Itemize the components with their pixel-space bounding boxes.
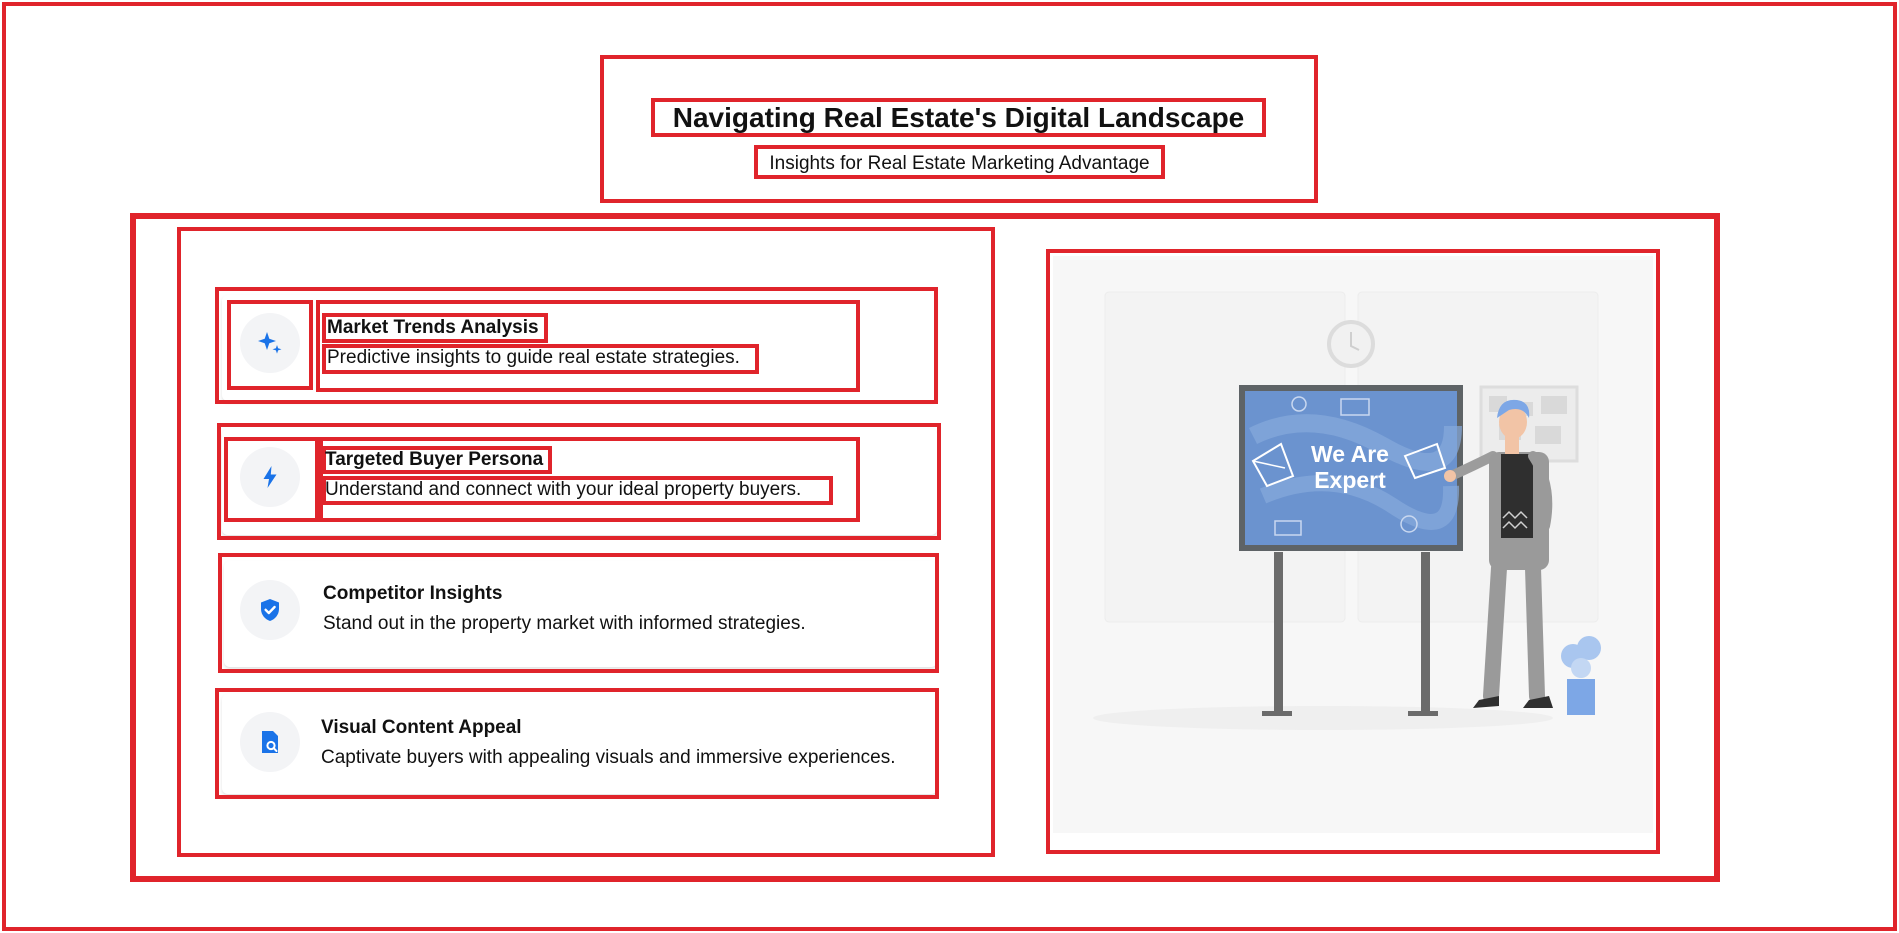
feature-description: Stand out in the property market with in…: [323, 613, 806, 634]
shield-check-icon-badge: [240, 580, 300, 640]
feature-description: Captivate buyers with appealing visuals …: [321, 747, 896, 768]
page-title: Navigating Real Estate's Digital Landsca…: [672, 102, 1245, 133]
feature-title: Targeted Buyer Persona: [325, 449, 544, 470]
feature-card-outline: [215, 688, 939, 799]
feature-description: Predictive insights to guide real estate…: [327, 347, 740, 368]
icon-outline: [227, 300, 313, 390]
feature-title: Visual Content Appeal: [321, 717, 522, 738]
feature-description: Understand and connect with your ideal p…: [325, 479, 802, 500]
title-outline: Navigating Real Estate's Digital Landsca…: [651, 98, 1266, 137]
document-search-icon: [262, 731, 278, 753]
page-subtitle: Insights for Real Estate Marketing Advan…: [769, 153, 1150, 174]
subtitle-outline: Insights for Real Estate Marketing Advan…: [754, 145, 1165, 179]
shield-check-icon: [261, 599, 279, 621]
feature-title: Market Trends Analysis: [327, 317, 539, 338]
icon-outline: [224, 437, 319, 522]
illustration-outline: [1046, 249, 1660, 854]
document-search-icon-badge: [240, 712, 300, 772]
feature-title: Competitor Insights: [323, 583, 503, 604]
